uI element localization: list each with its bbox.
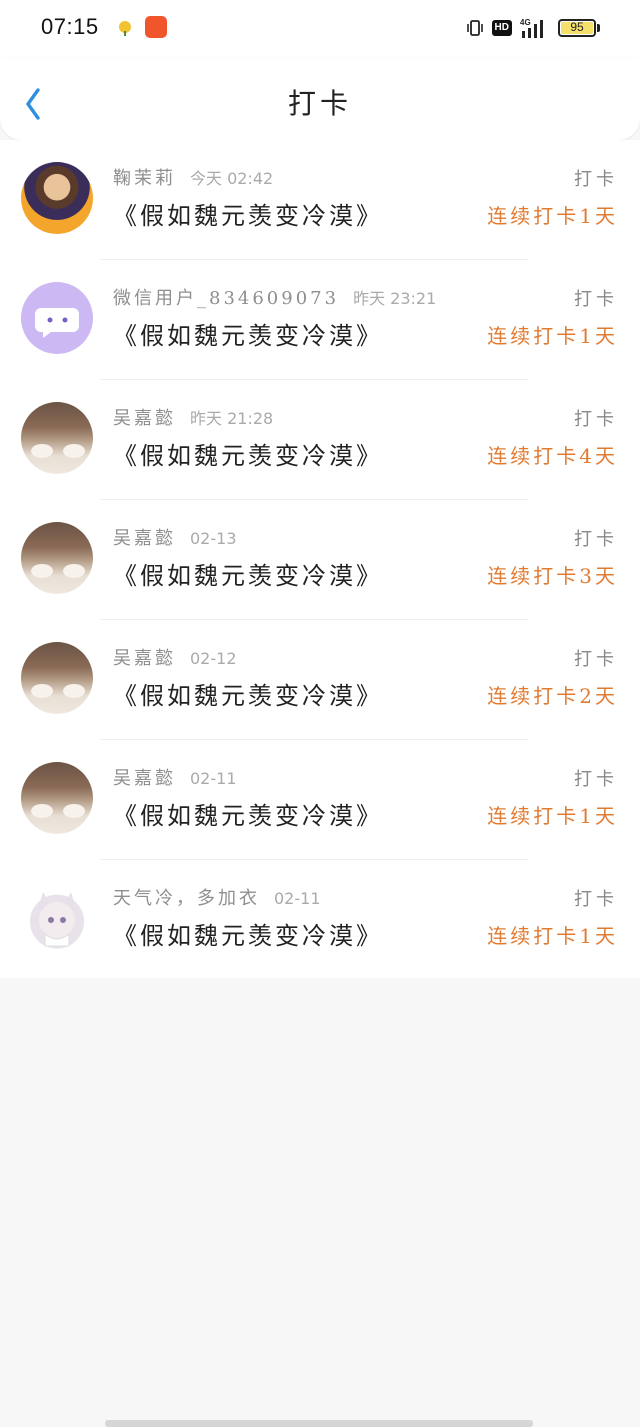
battery-level: 95 [570,20,584,34]
item-time: 02-11 [190,769,237,788]
book-title[interactable]: 《假如魏元羡变冷漠》 [113,796,383,831]
checkin-action-label: 打卡 [574,169,618,190]
default-user-icon [35,308,79,338]
item-meta: 微信用户_834609073 昨天 23:21 [113,284,436,310]
book-title[interactable]: 《假如魏元羡变冷漠》 [113,196,383,231]
checkin-action-label: 打卡 [574,769,618,790]
signal-icon: 4G [520,18,543,38]
list-item[interactable]: 微信用户_834609073 昨天 23:21 《假如魏元羡变冷漠》 打卡 连续打… [0,260,640,380]
network-label: 4G [520,18,531,27]
item-meta: 吴嘉懿 02-12 [113,644,237,670]
user-name[interactable]: 吴嘉懿 [113,528,176,549]
streak-label: 连续打卡1天 [487,204,618,228]
item-time: 02-12 [190,649,237,668]
book-title[interactable]: 《假如魏元羡变冷漠》 [113,436,383,471]
checkin-action-label: 打卡 [574,409,618,430]
avatar[interactable] [21,162,93,234]
anime-avatar-icon [37,892,77,947]
list-item[interactable]: 吴嘉懿 02-11 《假如魏元羡变冷漠》 打卡 连续打卡1天 [0,740,640,860]
item-time: 02-13 [190,529,237,548]
item-meta: 吴嘉懿 02-13 [113,524,237,550]
status-bar: 07:15 HD 4G 95 [0,0,640,58]
item-time: 今天 02:42 [190,169,274,188]
item-meta: 天气冷，多加衣 02-11 [113,884,321,910]
item-time: 昨天 21:28 [190,409,274,428]
avatar[interactable] [21,882,93,954]
streak-label: 连续打卡1天 [487,924,618,948]
user-name[interactable]: 微信用户_834609073 [113,288,339,309]
user-name[interactable]: 鞠茉莉 [113,168,176,189]
avatar[interactable] [21,522,93,594]
list-item[interactable]: 吴嘉懿 02-13 《假如魏元羡变冷漠》 打卡 连续打卡3天 [0,500,640,620]
user-name[interactable]: 天气冷，多加衣 [113,888,260,909]
checkin-action-label: 打卡 [574,889,618,910]
streak-label: 连续打卡2天 [487,684,618,708]
item-time: 02-11 [274,889,321,908]
item-time: 昨天 23:21 [353,289,437,308]
battery-tip [597,24,600,32]
checkin-action-label: 打卡 [574,289,618,310]
avatar[interactable] [21,402,93,474]
avatar[interactable] [21,642,93,714]
avatar[interactable] [21,762,93,834]
battery-icon: 95 [558,19,596,37]
notification-app-icon-2 [145,16,167,38]
streak-label: 连续打卡1天 [487,324,618,348]
streak-label: 连续打卡4天 [487,444,618,468]
checkin-action-label: 打卡 [574,649,618,670]
status-time: 07:15 [41,14,99,39]
book-title[interactable]: 《假如魏元羡变冷漠》 [113,676,383,711]
notification-app-icon [119,21,131,36]
book-title[interactable]: 《假如魏元羡变冷漠》 [113,556,383,591]
user-name[interactable]: 吴嘉懿 [113,768,176,789]
nav-bar: 打卡 [0,58,640,140]
list-item[interactable]: 吴嘉懿 02-12 《假如魏元羡变冷漠》 打卡 连续打卡2天 [0,620,640,740]
list-item[interactable]: 鞠茉莉 今天 02:42 《假如魏元羡变冷漠》 打卡 连续打卡1天 [0,140,640,260]
streak-label: 连续打卡3天 [487,564,618,588]
vibrate-icon [466,20,483,36]
user-name[interactable]: 吴嘉懿 [113,408,176,429]
book-title[interactable]: 《假如魏元羡变冷漠》 [113,916,383,951]
hd-icon: HD [491,20,512,36]
item-meta: 鞠茉莉 今天 02:42 [113,164,273,190]
status-icons: HD 4G 95 [466,16,600,40]
item-meta: 吴嘉懿 昨天 21:28 [113,404,273,430]
item-meta: 吴嘉懿 02-11 [113,764,237,790]
list-item[interactable]: 吴嘉懿 昨天 21:28 《假如魏元羡变冷漠》 打卡 连续打卡4天 [0,380,640,500]
checkin-action-label: 打卡 [574,529,618,550]
home-indicator[interactable] [105,1420,533,1427]
checkin-list: 鞠茉莉 今天 02:42 《假如魏元羡变冷漠》 打卡 连续打卡1天 微信用户_83… [0,140,640,978]
avatar[interactable] [21,282,93,354]
streak-label: 连续打卡1天 [487,804,618,828]
user-name[interactable]: 吴嘉懿 [113,648,176,669]
list-item[interactable]: 天气冷，多加衣 02-11 《假如魏元羡变冷漠》 打卡 连续打卡1天 [0,860,640,980]
book-title[interactable]: 《假如魏元羡变冷漠》 [113,316,383,351]
page-title: 打卡 [287,87,352,120]
